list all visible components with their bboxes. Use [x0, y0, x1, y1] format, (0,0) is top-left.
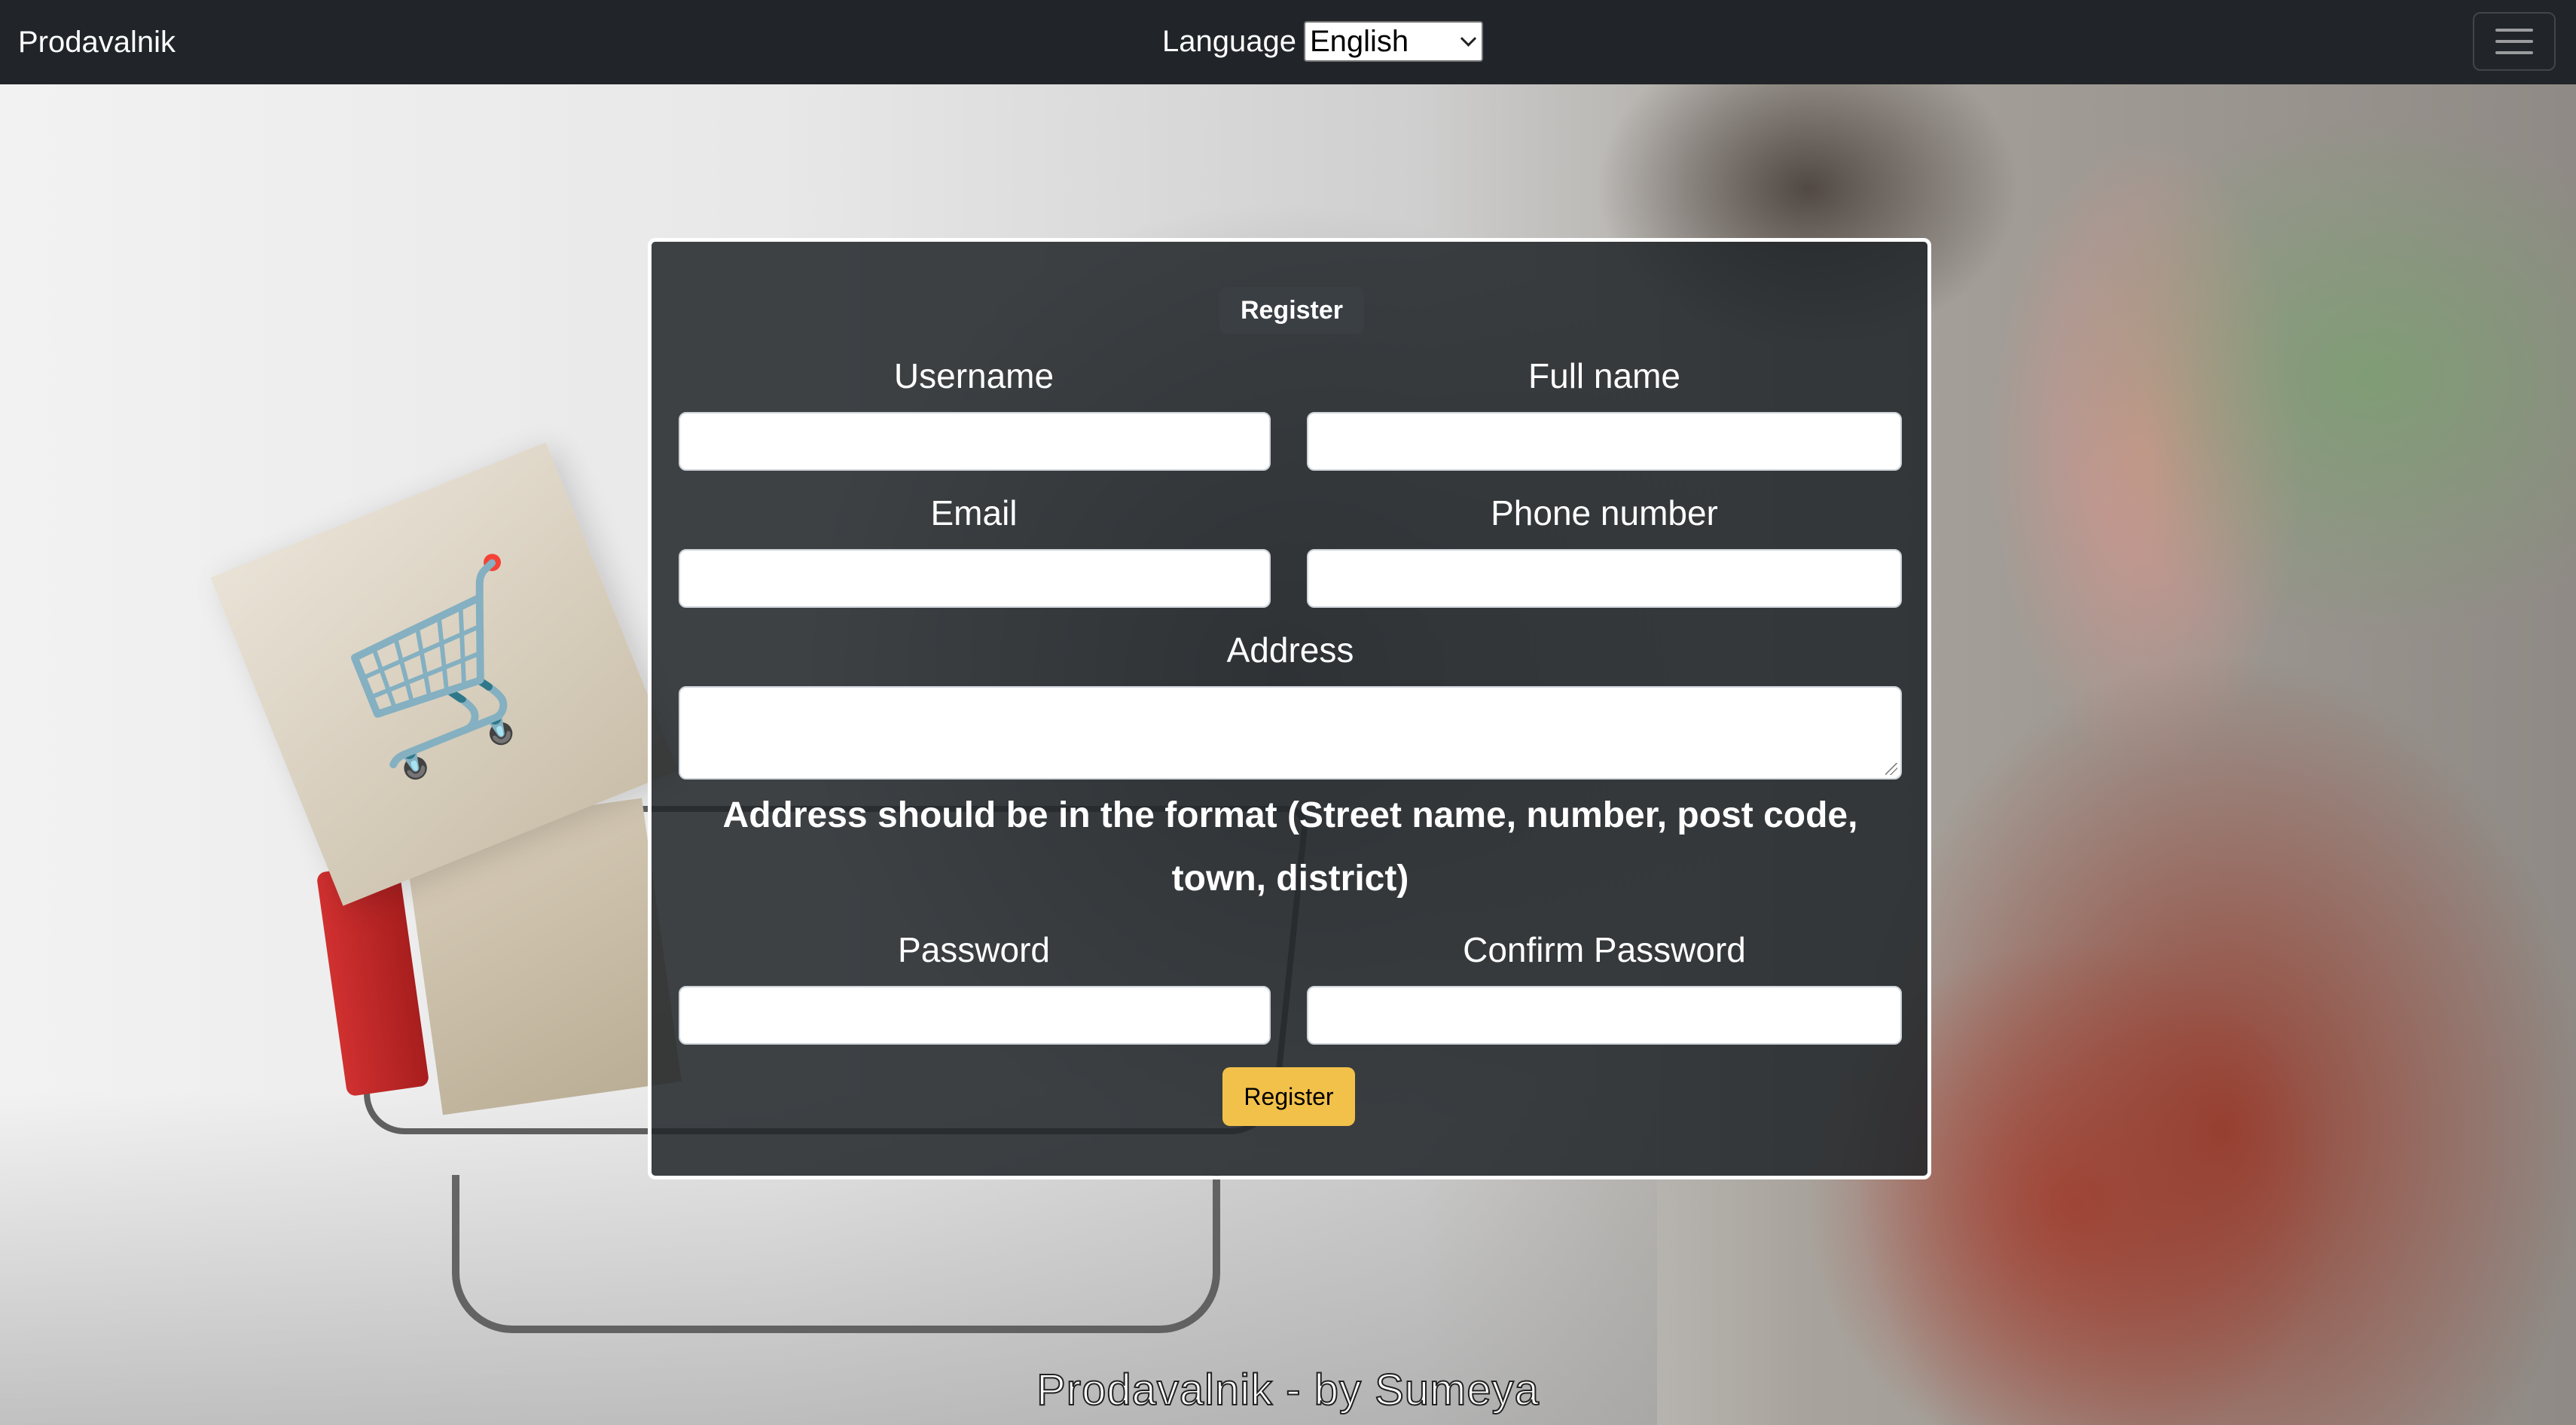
- navbar-toggler-button[interactable]: [2473, 12, 2556, 71]
- brand-link[interactable]: Prodavalnik: [18, 23, 175, 62]
- email-input[interactable]: [679, 549, 1271, 608]
- address-label: Address: [1226, 630, 1354, 670]
- footer-credit: Prodavalnik - by Sumeya: [1036, 1365, 1540, 1415]
- language-selected-value: English: [1309, 24, 1409, 58]
- register-form-card: Register Username Full name Email Phone …: [648, 238, 1931, 1179]
- confirm-password-label: Confirm Password: [1463, 930, 1746, 969]
- username-input[interactable]: [679, 412, 1271, 471]
- hamburger-icon: [2495, 29, 2533, 32]
- phone-label: Phone number: [1491, 493, 1718, 532]
- fullname-input[interactable]: [1307, 412, 1902, 471]
- password-input[interactable]: [679, 986, 1271, 1045]
- language-label: Language: [1162, 25, 1296, 58]
- hamburger-icon: [2495, 40, 2533, 43]
- fullname-label: Full name: [1528, 356, 1680, 395]
- address-textarea[interactable]: [679, 686, 1902, 780]
- phone-input[interactable]: [1307, 549, 1902, 608]
- confirm-password-input[interactable]: [1307, 986, 1902, 1045]
- language-switcher: Language English: [1162, 21, 1483, 62]
- language-select[interactable]: English: [1303, 21, 1483, 62]
- navbar: Prodavalnik Language English: [0, 0, 2576, 84]
- resize-handle-icon[interactable]: [1885, 763, 1897, 775]
- username-label: Username: [893, 356, 1055, 395]
- register-button[interactable]: Register: [1222, 1067, 1355, 1126]
- cart-icon: 🛒: [317, 544, 578, 794]
- register-badge: Register: [1219, 287, 1364, 334]
- shopping-cart-legs: [452, 1175, 1220, 1333]
- email-label: Email: [930, 493, 1018, 532]
- hamburger-icon: [2495, 51, 2533, 54]
- password-label: Password: [898, 930, 1050, 969]
- address-format-hint: Address should be in the format (Street …: [722, 795, 1858, 899]
- chevron-down-icon: [1460, 30, 1477, 47]
